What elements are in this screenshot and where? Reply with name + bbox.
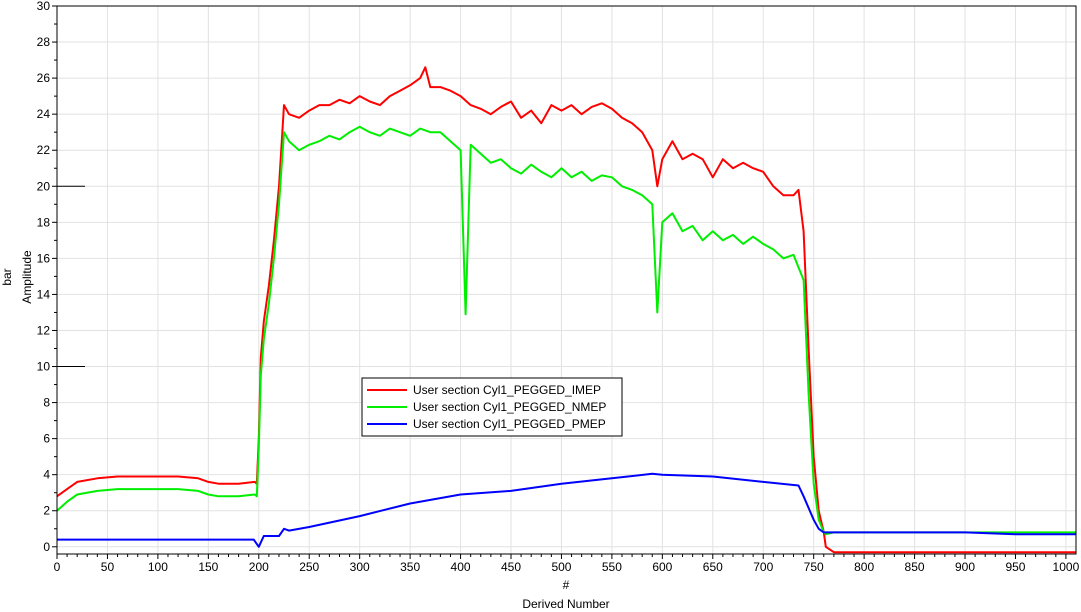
- chart: 024681012141618202224262830 0 50 100 150 200…: [0, 0, 1080, 611]
- x-tick-label: 900: [955, 560, 975, 574]
- x-tick-label: 850: [905, 560, 925, 574]
- x-tick-label: 650: [703, 560, 723, 574]
- x-tick-label: 100: [148, 560, 168, 574]
- x-tick-label: 400: [451, 560, 471, 574]
- y-tick-label: 30: [37, 0, 51, 13]
- y-tick-label: 18: [37, 215, 51, 229]
- x-tick-label: 350: [400, 560, 420, 574]
- y-axis: 024681012141618202224262830: [37, 0, 85, 554]
- y-tick-label: 2: [43, 504, 50, 518]
- y-axis-unit: bar: [0, 268, 14, 285]
- legend-label-imep: User section Cyl1_PEGGED_IMEP: [413, 383, 601, 397]
- y-tick-label: 26: [37, 71, 51, 85]
- plot-area-frame: [56, 5, 1077, 555]
- y-tick-label: 0: [43, 540, 50, 554]
- y-tick-label: 6: [43, 432, 50, 446]
- y-tick-label: 24: [37, 107, 51, 121]
- x-axis: 0 50 100 150 200 250 300 350 400 450 500 550 600 650 7…: [54, 554, 1080, 574]
- legend-label-pmep: User section Cyl1_PEGGED_PMEP: [413, 417, 606, 431]
- x-tick-label: 200: [249, 560, 269, 574]
- x-tick-label: 800: [854, 560, 874, 574]
- y-tick-label: 12: [37, 323, 51, 337]
- y-tick-label: 10: [37, 360, 51, 374]
- x-tick-label: 700: [753, 560, 773, 574]
- x-tick-label: 500: [551, 560, 571, 574]
- x-tick-label: 250: [299, 560, 319, 574]
- imep-series-line: [56, 66, 1076, 554]
- chart-grid: [56, 5, 1076, 554]
- y-tick-label: 8: [43, 396, 50, 410]
- y-tick-label: 28: [37, 35, 51, 49]
- x-tick-label: 300: [350, 560, 370, 574]
- x-tick-label: 1000: [1053, 560, 1080, 574]
- y-axis-title: Amplitude: [20, 250, 34, 304]
- series-layer: [56, 66, 1076, 554]
- legend-label-nmep: User section Cyl1_PEGGED_NMEP: [413, 400, 606, 414]
- y-tick-label: 14: [37, 287, 51, 301]
- x-axis-symbol: #: [563, 578, 570, 592]
- x-tick-label: 600: [652, 560, 672, 574]
- x-tick-label: 750: [804, 560, 824, 574]
- y-tick-label: 22: [37, 143, 51, 157]
- x-axis-title: Derived Number: [522, 597, 609, 611]
- x-tick-label: 150: [198, 560, 218, 574]
- y-tick-label: 16: [37, 251, 51, 265]
- y-tick-label: 20: [37, 179, 51, 193]
- x-tick-label: 0: [54, 560, 61, 574]
- x-tick-label: 450: [501, 560, 521, 574]
- y-tick-label: 4: [43, 468, 50, 482]
- x-tick-label: 50: [101, 560, 115, 574]
- x-tick-label: 950: [1005, 560, 1025, 574]
- legend: User section Cyl1_PEGGED_IMEP User secti…: [361, 377, 623, 437]
- x-tick-label: 550: [602, 560, 622, 574]
